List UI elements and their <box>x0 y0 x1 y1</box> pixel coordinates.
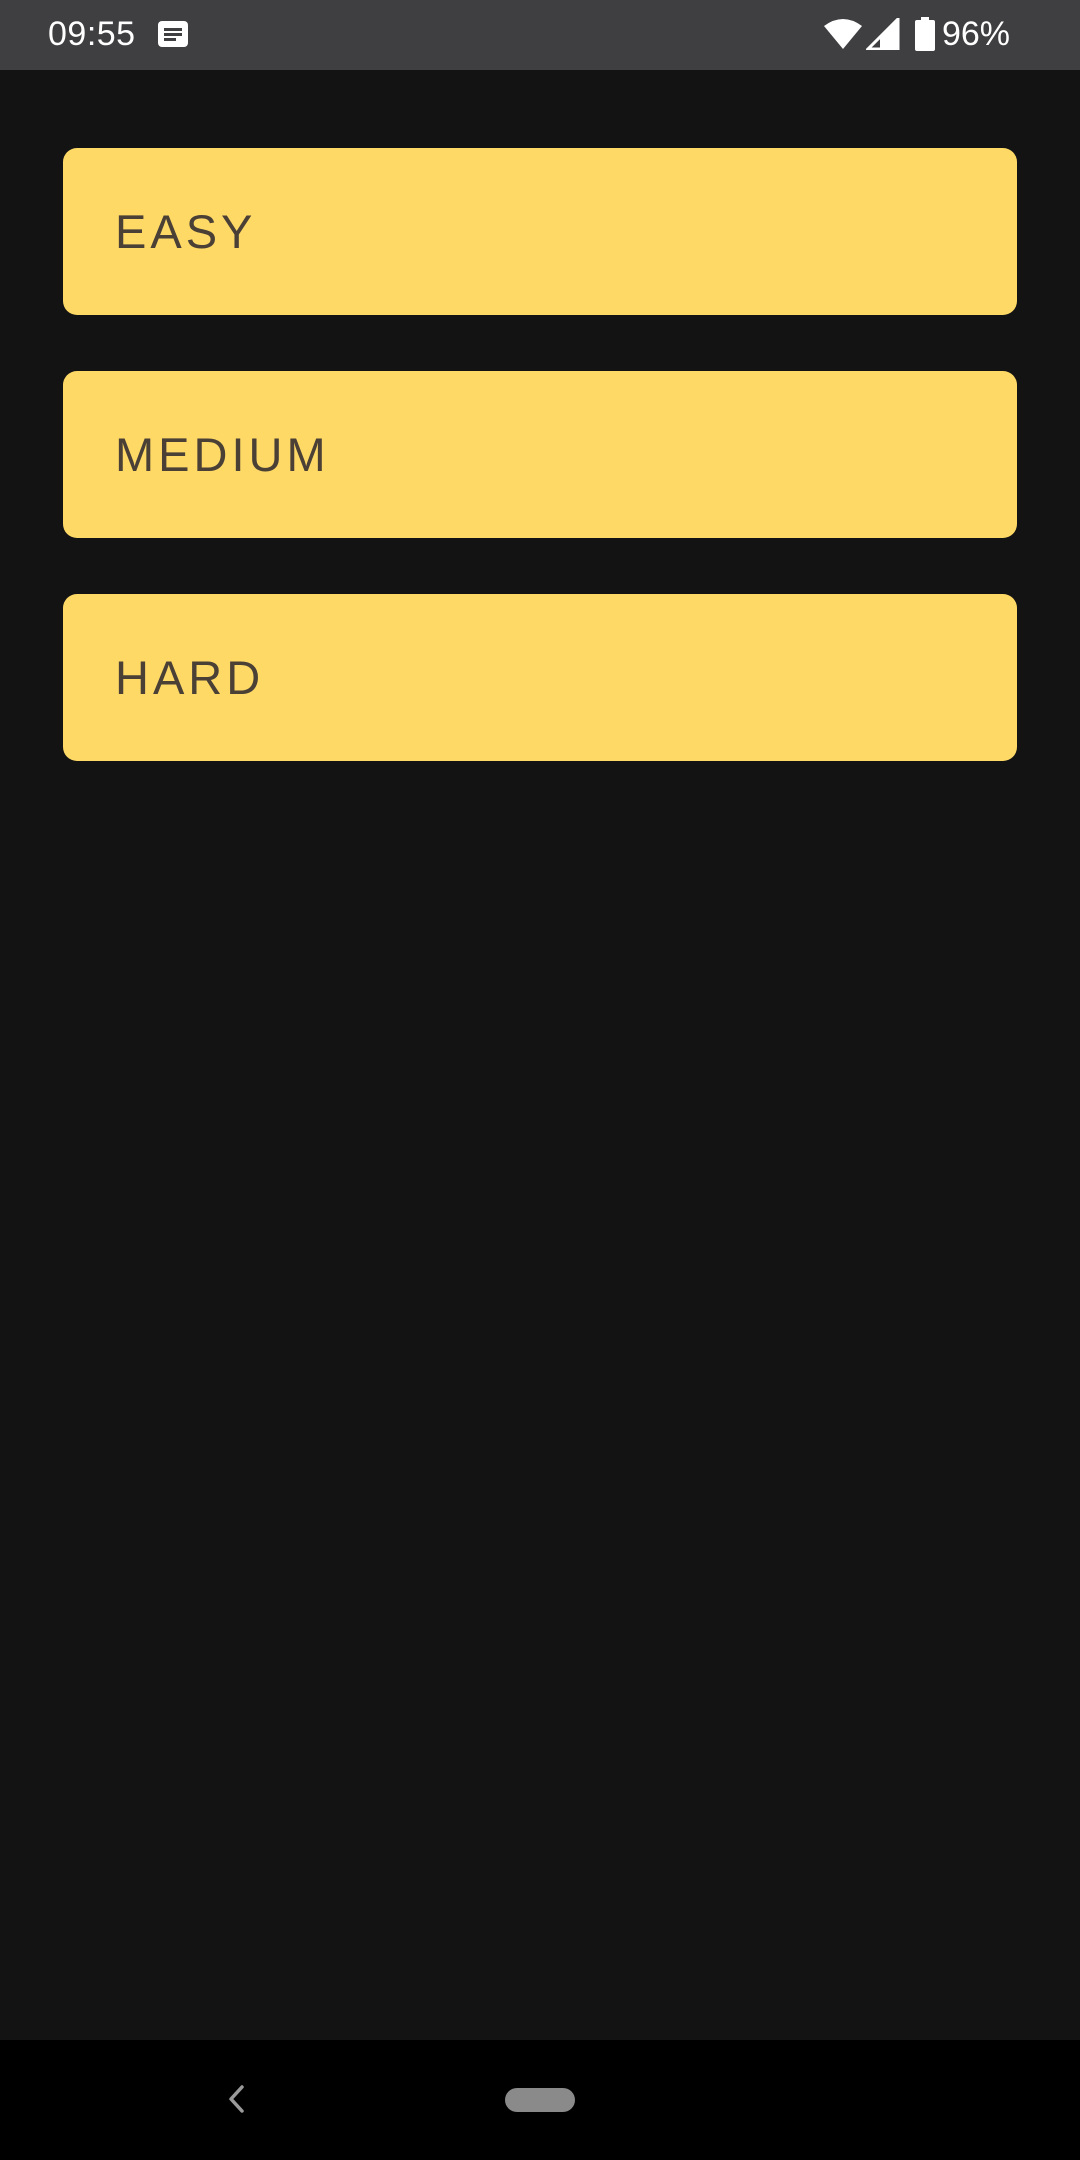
cell-signal-icon <box>865 18 900 50</box>
medium-button[interactable]: MEDIUM <box>63 371 1017 538</box>
easy-label: EASY <box>115 205 257 258</box>
hard-button[interactable]: HARD <box>63 594 1017 761</box>
status-time: 09:55 <box>48 15 136 53</box>
status-bar: 09:55 96% <box>0 0 1080 70</box>
home-pill-icon[interactable] <box>505 2088 575 2112</box>
hard-label: HARD <box>115 651 265 704</box>
difficulty-menu: EASY MEDIUM HARD <box>0 70 1080 2040</box>
wifi-icon <box>823 19 862 49</box>
navigation-bar <box>0 2040 1080 2160</box>
easy-button[interactable]: EASY <box>63 148 1017 315</box>
back-chevron-icon[interactable] <box>222 2084 252 2114</box>
battery-percent: 96% <box>941 15 1010 53</box>
message-notification-icon <box>158 21 188 47</box>
battery-icon <box>914 17 935 51</box>
medium-label: MEDIUM <box>115 428 330 481</box>
status-icons: 96% <box>823 14 1010 54</box>
